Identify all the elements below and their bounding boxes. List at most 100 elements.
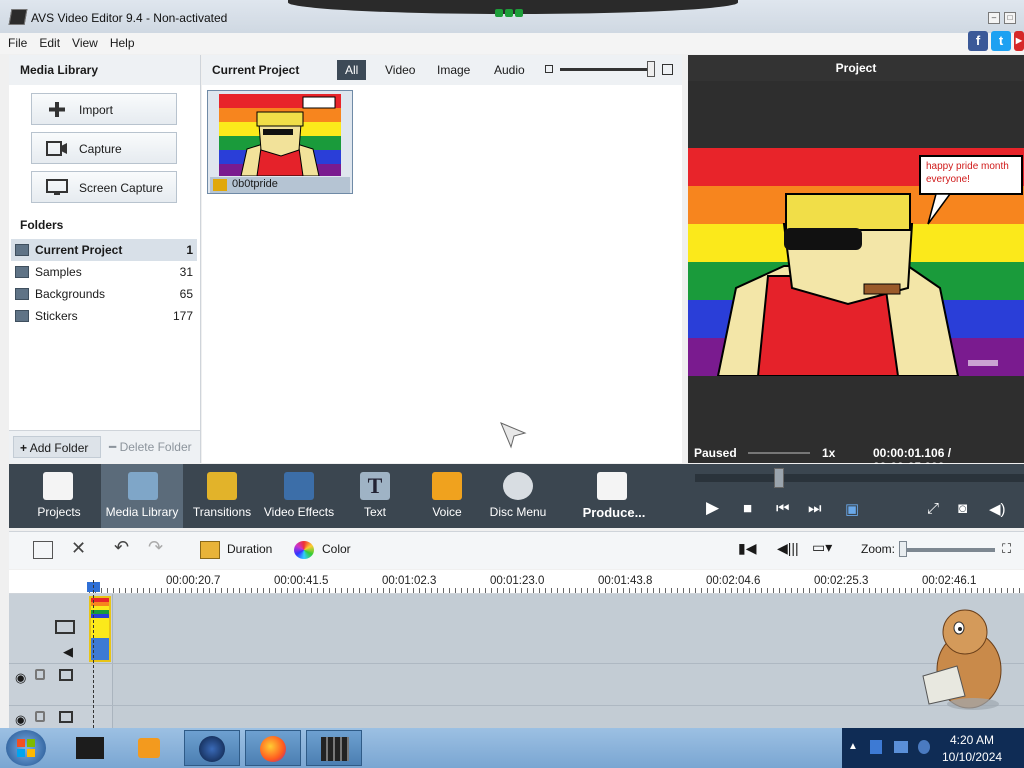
color-icon[interactable] [294, 541, 314, 559]
visibility-eye-icon[interactable]: ◉ [15, 670, 26, 686]
thumb-size-slider[interactable] [560, 68, 652, 71]
lock-icon[interactable] [35, 711, 45, 722]
tool-media-library[interactable]: Media Library [101, 464, 183, 528]
tool-text[interactable]: T Text [343, 464, 407, 528]
playback-state: Paused [694, 446, 737, 460]
taskbar-app-media-player[interactable] [122, 730, 178, 766]
screen-capture-icon [46, 179, 68, 195]
timeline-ruler[interactable]: 00:00:20.7 00:00:41.5 00:01:02.3 00:01:2… [9, 570, 1024, 594]
tray-expand-icon[interactable]: ▲ [848, 741, 858, 752]
ruler-tick-label: 00:02:46.1 [922, 575, 977, 587]
next-frame-icon[interactable]: ⏭ [808, 500, 822, 517]
tool-video-effects[interactable]: Video Effects [261, 464, 337, 528]
audio-mixer-icon[interactable]: ◀||| [777, 540, 799, 557]
import-button[interactable]: Import [31, 93, 177, 125]
menu-view[interactable]: View [64, 33, 102, 50]
plus-icon [49, 102, 65, 117]
browser-title: Current Project [212, 63, 300, 77]
ruler-tick-label: 00:01:23.0 [490, 575, 545, 587]
menu-help[interactable]: Help [102, 33, 139, 50]
thumb-size-knob[interactable] [647, 61, 655, 77]
tool-voice[interactable]: Voice [415, 464, 479, 528]
tool-disc-menu[interactable]: Disc Menu [485, 464, 551, 528]
folder-icon [15, 310, 29, 322]
timeline-tracks[interactable]: ◀ ◉ ◉ [9, 580, 1024, 728]
color-button[interactable]: Color [322, 542, 351, 556]
facebook-icon[interactable]: f [968, 31, 988, 51]
delete-folder-button[interactable]: ━ Delete Folder [109, 440, 192, 454]
system-tray: ▲ 4:20 AM 10/10/2024 [842, 728, 1024, 768]
duration-button[interactable]: Duration [227, 542, 272, 556]
screen-capture-button[interactable]: Screen Capture [31, 171, 177, 203]
media-library-header: Media Library [9, 55, 200, 85]
taskbar: ▲ 4:20 AM 10/10/2024 [0, 728, 1024, 768]
track-separator [9, 663, 1024, 664]
fullscreen-preview-icon[interactable]: ▣ [845, 500, 859, 518]
film-icon [321, 737, 349, 761]
preview-frame: happy pride month everyone! [688, 148, 1024, 376]
visibility-eye-icon[interactable]: ◉ [15, 712, 26, 728]
video-track-icon [55, 620, 75, 634]
mute-icon[interactable]: ◀ [63, 644, 73, 660]
folder-backgrounds[interactable]: Backgrounds 65 [11, 283, 197, 305]
filter-all-tab[interactable]: All [337, 60, 367, 80]
storyboard-toggle-icon[interactable] [33, 541, 53, 559]
volume-icon[interactable]: ◀) [989, 500, 1006, 518]
folder-stickers[interactable]: Stickers 177 [11, 305, 197, 327]
play-icon[interactable]: ▶ [706, 498, 719, 518]
stop-icon[interactable]: ■ [743, 500, 752, 517]
menu-file[interactable]: File [0, 33, 31, 50]
folders-header: Folders [9, 210, 200, 240]
capture-button[interactable]: Capture [31, 132, 177, 164]
filter-image-tab[interactable]: Image [429, 60, 478, 80]
maximize-button[interactable]: □ [1004, 12, 1016, 24]
tool-projects[interactable]: Projects [9, 464, 109, 528]
add-folder-button[interactable]: + Add Folder [13, 436, 101, 458]
snapshot-icon[interactable]: ◙ [958, 500, 967, 517]
lock-icon[interactable] [35, 669, 45, 680]
large-thumbs-icon[interactable] [662, 64, 673, 75]
speed-slider[interactable] [748, 452, 810, 454]
redo-icon[interactable]: ↷ [148, 537, 163, 558]
duration-icon[interactable] [200, 541, 220, 559]
taskbar-app-browser[interactable] [184, 730, 240, 766]
network-icon[interactable] [894, 741, 908, 753]
import-label: Import [79, 103, 114, 117]
delete-icon[interactable]: ✕ [71, 538, 86, 559]
media-item-thumbnail[interactable]: 0b0tpride [207, 90, 353, 194]
menu-edit[interactable]: Edit [31, 33, 64, 50]
taskbar-app-avs-video-editor[interactable] [306, 730, 362, 766]
undo-icon[interactable]: ↶ [114, 537, 129, 558]
previous-frame-icon[interactable]: ⏮ [776, 500, 790, 517]
taskbar-app-terminal[interactable] [62, 730, 118, 766]
clock-date[interactable]: 10/10/2024 [942, 750, 1002, 764]
fit-timeline-icon[interactable]: ⛶ [1002, 541, 1011, 557]
folder-icon [15, 244, 29, 256]
minimize-button[interactable]: – [988, 12, 1000, 24]
aspect-ratio-icon[interactable]: ▭▾ [812, 539, 832, 556]
tray-app-icon[interactable] [870, 740, 882, 754]
twitter-icon[interactable]: t [991, 31, 1011, 51]
small-thumbs-icon[interactable] [545, 65, 553, 73]
youtube-icon[interactable]: ▶ [1014, 31, 1024, 51]
tool-transitions[interactable]: Transitions [185, 464, 259, 528]
filter-video-tab[interactable]: Video [377, 60, 423, 80]
split-icon[interactable]: ▮◀ [738, 540, 756, 557]
seek-knob[interactable] [774, 468, 784, 488]
tool-produce[interactable]: Produce... [575, 464, 653, 528]
clock-time[interactable]: 4:20 AM [950, 733, 994, 747]
playhead-line [93, 580, 94, 728]
folder-samples[interactable]: Samples 31 [11, 261, 197, 283]
ruler-ticks [89, 588, 1024, 593]
preview-panel: Project happy pride month everyone! Paus… [688, 55, 1024, 474]
filter-audio-tab[interactable]: Audio [486, 60, 533, 80]
folder-current-project[interactable]: Current Project 1 [11, 239, 197, 261]
audio-tray-icon[interactable] [918, 740, 930, 754]
zoom-knob[interactable] [899, 541, 907, 557]
start-button[interactable] [6, 730, 46, 766]
taskbar-app-firefox[interactable] [245, 730, 301, 766]
camera-icon [46, 141, 67, 156]
zoom-slider[interactable] [903, 548, 995, 552]
expand-icon[interactable]: ⤢ [927, 500, 939, 517]
seek-bar[interactable] [695, 474, 1024, 482]
